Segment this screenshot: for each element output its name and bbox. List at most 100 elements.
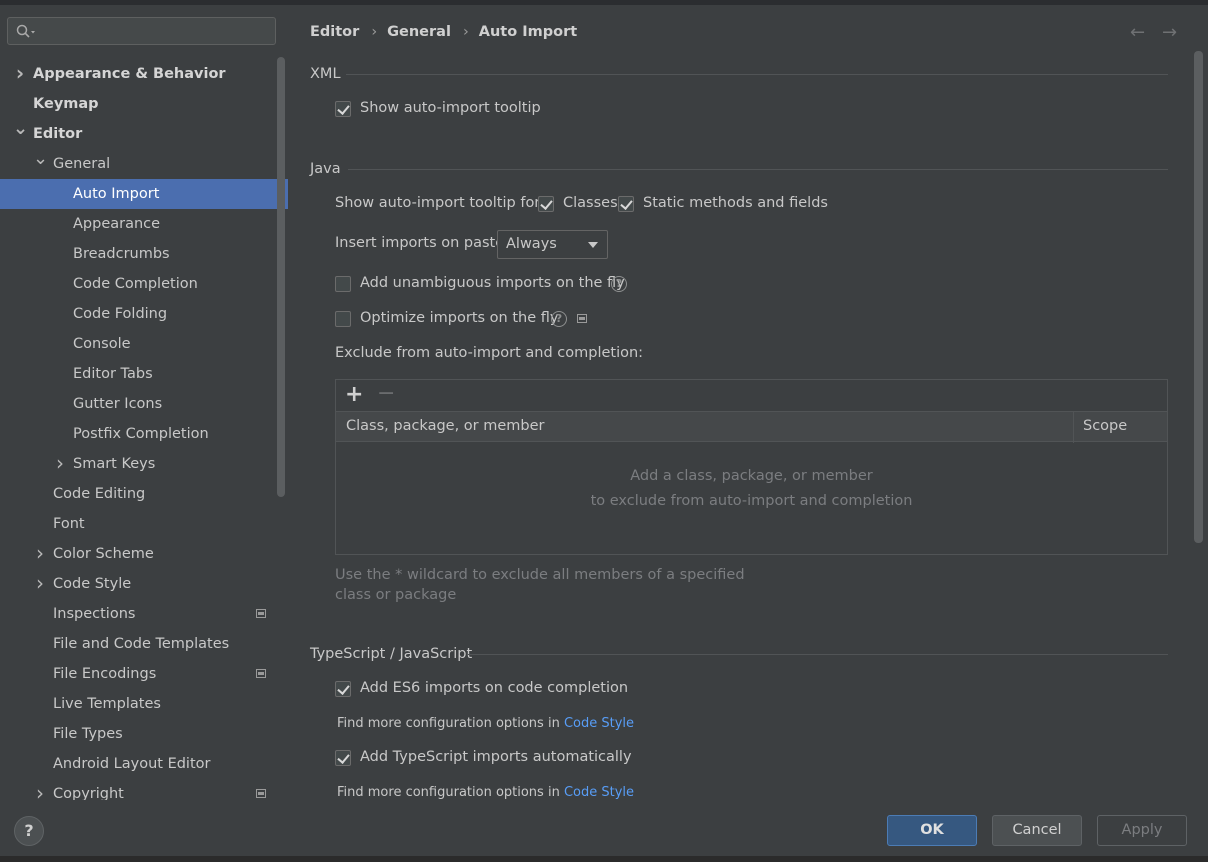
ts-auto-imports-label[interactable]: Add TypeScript imports automatically [360,749,632,765]
es6-imports-label[interactable]: Add ES6 imports on code completion [360,680,628,696]
sidebar-item-label: Smart Keys [73,456,156,472]
sidebar-item-code-completion[interactable]: Code Completion [0,269,288,299]
optimize-imports-checkbox[interactable] [335,311,351,327]
classes-label[interactable]: Classes [563,195,618,211]
es6-imports-checkbox[interactable] [335,681,351,697]
static-methods-label[interactable]: Static methods and fields [643,195,828,211]
sidebar-item-gutter-icons[interactable]: Gutter Icons [0,389,288,419]
classes-checkbox[interactable] [538,196,554,212]
unambiguous-imports-label[interactable]: Add unambiguous imports on the fly [360,275,625,291]
sidebar-item-color-scheme[interactable]: › Color Scheme [0,539,288,569]
chevron-right-icon[interactable]: › [13,59,27,89]
remove-icon[interactable]: − [377,381,395,406]
sidebar-item-breadcrumbs[interactable]: Breadcrumbs [0,239,288,269]
xml-show-tooltip-label[interactable]: Show auto-import tooltip [360,100,541,116]
chevron-down-icon[interactable]: ⌄ [13,119,28,149]
sidebar-item-editor[interactable]: ⌄ Editor [0,119,288,149]
sidebar-item-label: Code Editing [53,486,146,502]
column-header-scope[interactable]: Scope [1083,418,1127,434]
code-style-link[interactable]: Code Style [564,716,634,731]
ok-button[interactable]: OK [887,815,977,846]
optimize-imports-label[interactable]: Optimize imports on the fly [360,310,558,326]
sidebar-item-file-and-code-templates[interactable]: File and Code Templates [0,629,288,659]
insert-on-paste-dropdown[interactable]: Always [497,230,608,259]
column-header-member[interactable]: Class, package, or member [346,418,545,434]
sidebar-item-console[interactable]: Console [0,329,288,359]
sidebar-scrollbar[interactable] [277,57,285,497]
unambiguous-imports-checkbox[interactable] [335,276,351,292]
content-scrollbar[interactable] [1194,51,1203,543]
breadcrumb-item-editor[interactable]: Editor [310,24,359,40]
empty-table-text-line1: Add a class, package, or member [630,468,873,484]
xml-show-tooltip-checkbox[interactable] [335,101,351,117]
sidebar-item-live-templates[interactable]: Live Templates [0,689,288,719]
apply-button[interactable]: Apply [1097,815,1187,846]
sidebar-item-label: General [53,156,111,172]
settings-sidebar: › Appearance & Behavior Keymap ⌄ Editor ⌄ Gene… [0,5,288,800]
sidebar-item-label: Editor [33,126,83,142]
sidebar-item-label: Font [53,516,85,532]
sidebar-item-copyright[interactable]: › Copyright [0,779,288,800]
sidebar-item-label: Code Completion [73,276,198,292]
sidebar-item-label: Inspections [53,606,136,622]
more-options-prefix: Find more configuration options in [337,716,564,731]
sidebar-item-label: Code Folding [73,306,168,322]
sidebar-item-smart-keys[interactable]: › Smart Keys [0,449,288,479]
more-options-prefix: Find more configuration options in [337,785,564,800]
sidebar-item-auto-import[interactable]: Auto Import [0,179,288,209]
help-icon[interactable]: ? [551,311,567,327]
sidebar-item-general[interactable]: ⌄ General [0,149,288,179]
sidebar-item-label: Color Scheme [53,546,154,562]
sidebar-item-keymap[interactable]: Keymap [0,89,288,119]
project-scope-icon [256,669,266,678]
sidebar-item-file-encodings[interactable]: File Encodings [0,659,288,689]
column-divider[interactable] [1073,412,1074,443]
sidebar-item-font[interactable]: Font [0,509,288,539]
forward-arrow-icon[interactable]: → [1162,22,1177,43]
sidebar-item-appearance[interactable]: Appearance [0,209,288,239]
window-bottom-edge [0,856,1208,862]
cancel-button[interactable]: Cancel [992,815,1082,846]
separator [468,654,1168,655]
exclude-label: Exclude from auto-import and completion: [335,345,644,361]
sidebar-item-label: Auto Import [73,186,160,202]
chevron-right-icon[interactable]: › [53,449,67,479]
sidebar-item-label: Console [73,336,131,352]
help-icon[interactable]: ? [611,276,627,292]
sidebar-item-label: Appearance [73,216,161,232]
project-scope-icon [256,789,266,798]
sidebar-item-label: Breadcrumbs [73,246,170,262]
sidebar-item-editor-tabs[interactable]: Editor Tabs [0,359,288,389]
section-title-java: Java [310,161,341,177]
ts-auto-imports-checkbox[interactable] [335,750,351,766]
insert-on-paste-value: Always [506,236,557,252]
sidebar-item-android-layout-editor[interactable]: Android Layout Editor [0,749,288,779]
sidebar-item-code-editing[interactable]: Code Editing [0,479,288,509]
sidebar-item-label: Live Templates [53,696,161,712]
separator [348,169,1168,170]
chevron-right-icon[interactable]: › [33,569,47,599]
sidebar-item-inspections[interactable]: Inspections [0,599,288,629]
sidebar-item-file-types[interactable]: File Types [0,719,288,749]
sidebar-item-appearance-behavior[interactable]: › Appearance & Behavior [0,59,288,89]
section-title-xml: XML [310,66,341,82]
add-icon[interactable]: + [345,382,363,407]
help-button[interactable]: ? [14,816,44,846]
wildcard-hint: Use the * wildcard to exclude all member… [335,567,745,603]
chevron-right-icon: › [371,24,378,40]
static-methods-checkbox[interactable] [618,196,634,212]
insert-on-paste-label: Insert imports on paste: [335,235,510,251]
breadcrumb-item-general[interactable]: General [387,24,451,40]
sidebar-item-label: Gutter Icons [73,396,163,412]
sidebar-item-code-style[interactable]: › Code Style [0,569,288,599]
chevron-right-icon[interactable]: › [33,539,47,569]
chevron-down-icon[interactable]: ⌄ [33,149,48,179]
back-arrow-icon[interactable]: ← [1130,22,1145,43]
sidebar-item-postfix-completion[interactable]: Postfix Completion [0,419,288,449]
sidebar-item-code-folding[interactable]: Code Folding [0,299,288,329]
chevron-right-icon[interactable]: › [33,779,47,800]
code-style-link[interactable]: Code Style [564,785,634,800]
search-input[interactable] [7,17,276,45]
more-options-text: Find more configuration options in Code … [337,716,634,731]
sidebar-item-label: Keymap [33,96,99,112]
